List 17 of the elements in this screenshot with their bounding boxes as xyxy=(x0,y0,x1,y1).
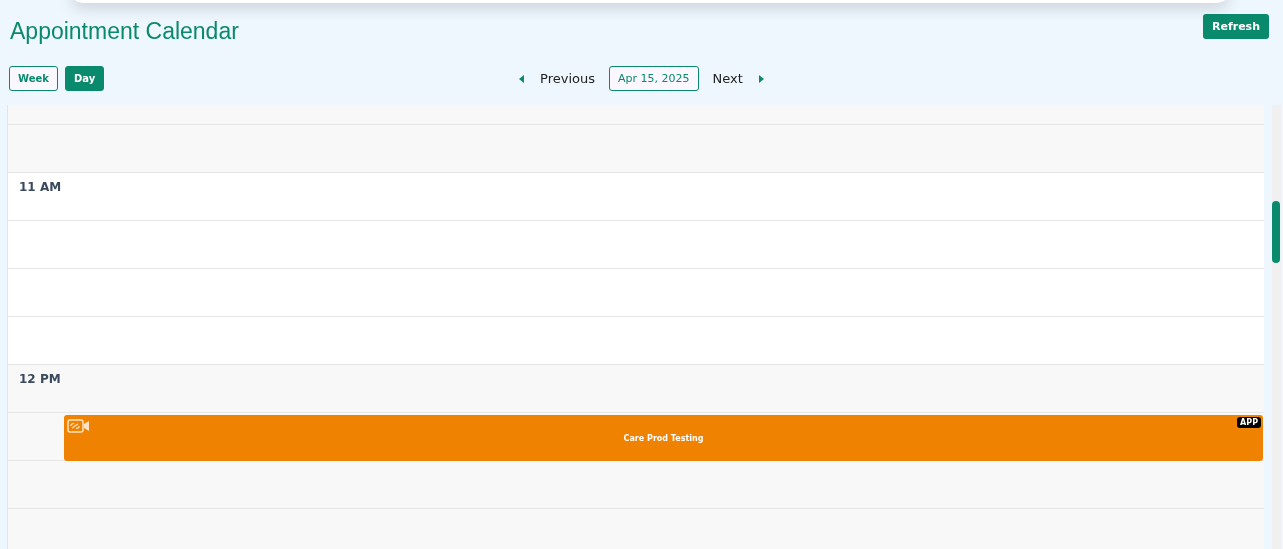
caret-left-icon xyxy=(519,74,525,83)
caret-right-icon xyxy=(758,74,764,83)
appointment-event[interactable]: Care Prod Testing APP xyxy=(64,415,1263,461)
page-title: Appointment Calendar xyxy=(10,18,239,45)
next-button[interactable]: Next xyxy=(698,71,778,86)
view-tab[interactable]: Day xyxy=(64,66,105,91)
app-badge: APP xyxy=(1237,417,1261,428)
event-title: Care Prod Testing xyxy=(623,433,704,443)
video-link-icon xyxy=(67,419,90,433)
hour-label: 11 AM xyxy=(19,180,62,194)
view-tab[interactable]: Week xyxy=(9,66,58,91)
refresh-button[interactable]: Refresh xyxy=(1203,14,1269,39)
previous-button[interactable]: Previous xyxy=(505,71,610,86)
scrollbar[interactable] xyxy=(1272,105,1281,549)
date-field[interactable]: Apr 15, 2025 xyxy=(609,66,699,91)
scrollbar-thumb[interactable] xyxy=(1272,201,1280,263)
hour-label: 12 PM xyxy=(19,372,61,386)
